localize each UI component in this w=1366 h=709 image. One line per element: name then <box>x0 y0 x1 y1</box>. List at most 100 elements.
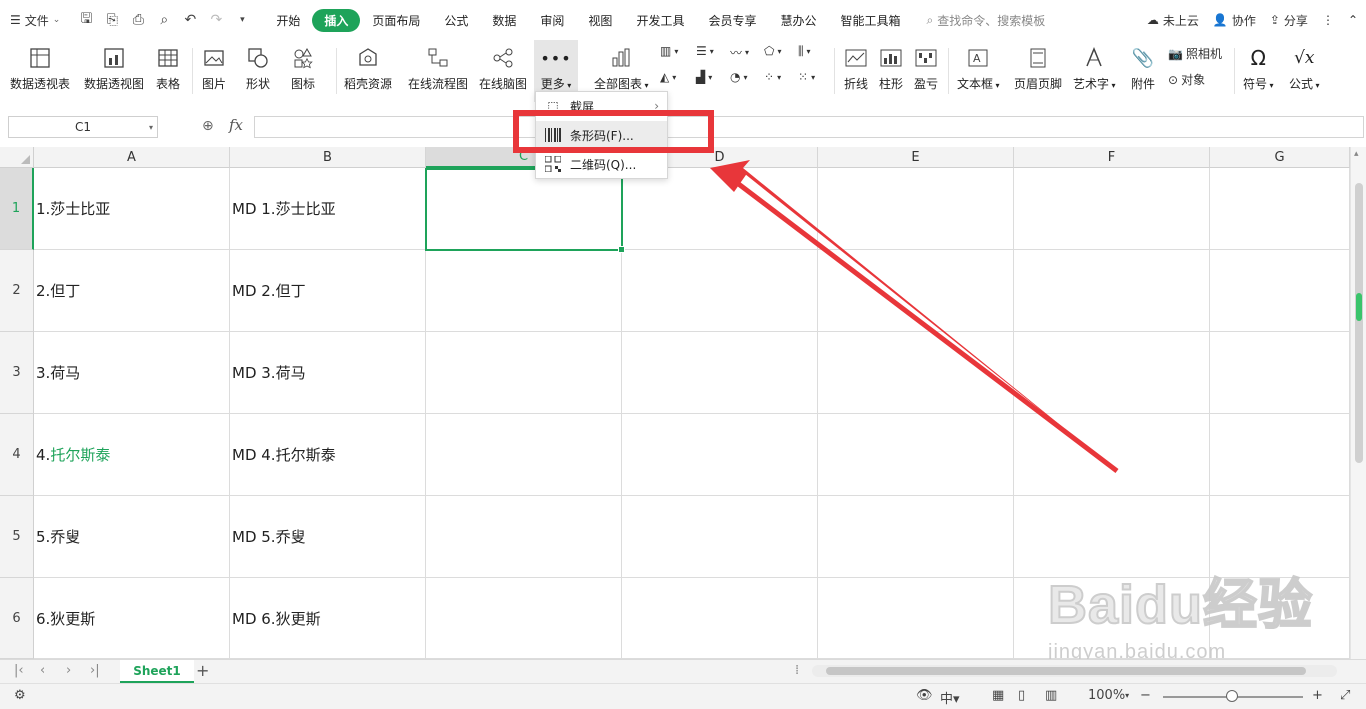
horizontal-scrollbar[interactable] <box>812 665 1337 677</box>
row-header-1[interactable]: 1 <box>0 168 34 250</box>
scroll-up-icon[interactable]: ▴ <box>1354 149 1359 159</box>
pie-chart-dropdown[interactable]: ◔ ▾ <box>730 70 748 84</box>
cell-e2[interactable] <box>818 250 1014 332</box>
column-chart-dropdown[interactable]: ▥ ▾ <box>660 44 678 58</box>
prev-sheet-icon[interactable]: ‹ <box>40 663 45 678</box>
column-header-e[interactable]: E <box>818 147 1014 168</box>
cell-c2[interactable] <box>426 250 622 332</box>
zoom-out-button[interactable]: − <box>1140 688 1151 703</box>
cell-f2[interactable] <box>1014 250 1210 332</box>
cell-c6[interactable] <box>426 578 622 659</box>
input-method-icon[interactable]: 中▾ <box>940 688 960 707</box>
cell-g1[interactable] <box>1210 168 1350 250</box>
cell-c5[interactable] <box>426 496 622 578</box>
undo-icon[interactable]: ↶ <box>180 10 200 30</box>
bar-chart-dropdown[interactable]: ☰ ▾ <box>696 44 714 58</box>
cell-e3[interactable] <box>818 332 1014 414</box>
row-header-6[interactable]: 6 <box>0 578 34 659</box>
horizontal-scroll-thumb[interactable] <box>826 667 1306 675</box>
sparkline-winloss-button[interactable]: 盈亏 <box>912 44 940 92</box>
scatter-chart-dropdown[interactable]: ⁘ ▾ <box>764 70 781 84</box>
more-options-icon[interactable]: ⋮ <box>1322 13 1334 27</box>
cell-d6[interactable] <box>622 578 818 659</box>
combo-chart-dropdown[interactable]: ▟ ▾ <box>696 70 712 84</box>
wordart-button[interactable]: 艺术字 ▾ <box>1073 44 1116 92</box>
header-footer-button[interactable]: 页眉页脚 <box>1014 44 1062 92</box>
command-search[interactable]: ⌕ 查找命令、搜索模板 <box>927 12 1046 29</box>
file-menu[interactable]: ☰ 文件 ⌄ <box>0 12 70 29</box>
pivot-chart-button[interactable]: 数据透视图 <box>84 44 144 92</box>
sheet-tab-sheet1[interactable]: Sheet1 <box>120 660 194 683</box>
zoom-search-icon[interactable]: ⊕ <box>202 118 214 134</box>
all-charts-button[interactable]: 全部图表 ▾ <box>594 44 649 92</box>
formula-input[interactable] <box>254 116 1364 138</box>
column-header-b[interactable]: B <box>230 147 426 168</box>
page-break-view-icon[interactable]: ▥ <box>1045 688 1057 703</box>
name-box[interactable]: C1 ▾ <box>8 116 158 138</box>
qrcode-menu-item[interactable]: 二维码(Q)... <box>536 150 667 178</box>
tab-huibangong[interactable]: 慧办公 <box>768 9 828 32</box>
split-handle-icon[interactable]: ⁞ <box>795 663 799 678</box>
cell-b4[interactable]: MD 4.托尔斯泰 <box>230 414 426 496</box>
cell-b6[interactable]: MD 6.狄更斯 <box>230 578 426 659</box>
sparkline-line-button[interactable]: 折线 <box>842 44 870 92</box>
cell-a5[interactable]: 5.乔叟 <box>34 496 230 578</box>
cloud-status[interactable]: ☁ 未上云 <box>1147 12 1199 29</box>
zoom-slider-knob[interactable] <box>1226 690 1238 702</box>
normal-view-icon[interactable]: ▦ <box>992 688 1004 703</box>
tab-developer[interactable]: 开发工具 <box>624 9 696 32</box>
cell-g3[interactable] <box>1210 332 1350 414</box>
selected-cell-c1[interactable] <box>425 168 625 253</box>
online-flowchart-button[interactable]: 在线流程图 <box>408 44 468 92</box>
select-all-corner[interactable] <box>0 147 34 168</box>
cell-d4[interactable] <box>622 414 818 496</box>
row-header-5[interactable]: 5 <box>0 496 34 578</box>
collapse-ribbon-icon[interactable]: ⌃ <box>1348 13 1358 27</box>
cell-g2[interactable] <box>1210 250 1350 332</box>
cell-f1[interactable] <box>1014 168 1210 250</box>
print-preview-icon[interactable]: ⌕ <box>154 10 174 30</box>
save-icon[interactable]: 🖫 <box>76 10 96 30</box>
redo-icon[interactable]: ↷ <box>206 10 226 30</box>
shape-button[interactable]: 形状 <box>244 44 272 92</box>
area-chart-dropdown[interactable]: ◭ ▾ <box>660 70 676 84</box>
vertical-scroll-thumb[interactable] <box>1355 183 1363 463</box>
tab-view[interactable]: 视图 <box>576 9 624 32</box>
cell-b2[interactable]: MD 2.但丁 <box>230 250 426 332</box>
textbox-button[interactable]: A 文本框 ▾ <box>957 44 1000 92</box>
cell-d3[interactable] <box>622 332 818 414</box>
other-chart-dropdown[interactable]: ⁙ ▾ <box>798 70 815 84</box>
fullscreen-icon[interactable]: ⤢ <box>1340 688 1350 703</box>
line-chart-dropdown[interactable]: 〰 ▾ <box>730 44 749 61</box>
cell-e5[interactable] <box>818 496 1014 578</box>
camera-button[interactable]: 📷 照相机 <box>1168 45 1222 62</box>
cell-g4[interactable] <box>1210 414 1350 496</box>
cell-a2[interactable]: 2.但丁 <box>34 250 230 332</box>
cell-b5[interactable]: MD 5.乔叟 <box>230 496 426 578</box>
tab-member[interactable]: 会员专享 <box>696 9 768 32</box>
table-button[interactable]: 表格 <box>154 44 182 92</box>
last-sheet-icon[interactable]: ›| <box>90 663 100 678</box>
customize-dropdown-icon[interactable]: ▾ <box>232 10 252 30</box>
row-header-4[interactable]: 4 <box>0 414 34 496</box>
cell-d1[interactable] <box>622 168 818 250</box>
cell-b3[interactable]: MD 3.荷马 <box>230 332 426 414</box>
zoom-level[interactable]: 100% ▾ <box>1088 688 1129 703</box>
cell-a6[interactable]: 6.狄更斯 <box>34 578 230 659</box>
zoom-in-button[interactable]: + <box>1312 688 1323 703</box>
vertical-scrollbar[interactable]: ▴ <box>1350 147 1366 659</box>
icon-button[interactable]: 图标 <box>289 44 317 92</box>
cell-e6[interactable] <box>818 578 1014 659</box>
pivot-table-button[interactable]: 数据透视表 <box>10 44 70 92</box>
share-button[interactable]: ⇪ 分享 <box>1270 12 1308 29</box>
column-header-g[interactable]: G <box>1210 147 1350 168</box>
cell-a1[interactable]: 1.莎士比亚 <box>34 168 230 250</box>
picture-button[interactable]: 图片 <box>200 44 228 92</box>
formula-button[interactable]: √x 公式 ▾ <box>1289 44 1320 92</box>
row-header-2[interactable]: 2 <box>0 250 34 332</box>
online-mindmap-button[interactable]: 在线脑图 <box>479 44 527 92</box>
column-header-a[interactable]: A <box>34 147 230 168</box>
cell-f3[interactable] <box>1014 332 1210 414</box>
docer-resources-button[interactable]: 稻壳资源 <box>344 44 392 92</box>
column-header-f[interactable]: F <box>1014 147 1210 168</box>
